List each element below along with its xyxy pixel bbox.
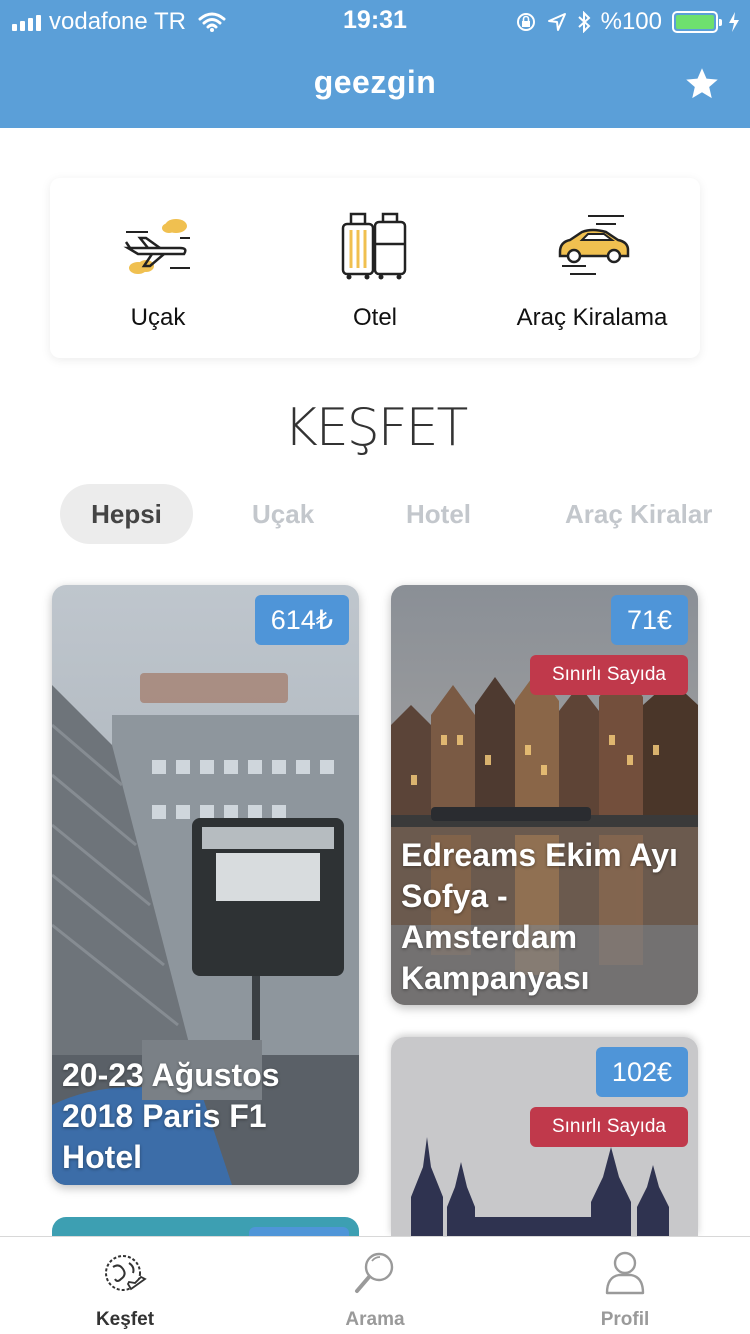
deal-card[interactable]: 71€ Sınırlı Sayıda Edreams Ekim Ayı Sofy… xyxy=(391,585,698,1005)
nav-bar: geezgin xyxy=(0,40,750,128)
price-badge: 102€ xyxy=(595,1047,688,1097)
deal-card[interactable] xyxy=(52,1217,359,1236)
tab-label: Keşfet xyxy=(95,1309,155,1330)
filter-car-rental[interactable]: Araç Kiralar xyxy=(565,484,712,544)
filter-tabs: Hepsi Uçak Hotel Araç Kiralar xyxy=(0,484,750,544)
profile-icon xyxy=(605,1251,645,1295)
battery-percent: %100 xyxy=(600,8,662,35)
price-badge: 614₺ xyxy=(254,595,349,645)
charging-icon xyxy=(729,12,739,32)
location-icon xyxy=(547,13,566,31)
rotation-lock-icon xyxy=(516,13,535,31)
deal-card[interactable]: 614₺ 20-23 Ağustos 2018 Paris F1 Hotel xyxy=(52,585,359,1185)
limited-badge: Sınırlı Sayıda xyxy=(529,1107,688,1147)
tab-search[interactable]: Arama xyxy=(250,1237,500,1334)
battery-icon xyxy=(672,11,722,33)
service-car-rental[interactable]: Araç Kiralama xyxy=(484,178,700,358)
service-label: Araç Kiralama xyxy=(516,304,668,331)
tab-profile[interactable]: Profil xyxy=(500,1237,750,1334)
service-flight[interactable]: Uçak xyxy=(50,178,266,358)
filter-hotel[interactable]: Hotel xyxy=(406,484,471,544)
star-icon[interactable] xyxy=(684,66,720,102)
service-hotel[interactable]: Otel xyxy=(267,178,483,358)
price-badge: 71€ xyxy=(610,595,688,645)
airplane-icon xyxy=(123,219,190,274)
tab-bar: Keşfet Arama Profil xyxy=(0,1236,750,1334)
status-bar: vodafone TR 19:31 %100 xyxy=(0,0,750,40)
app-title: geezgin xyxy=(313,64,437,100)
bluetooth-icon xyxy=(577,11,591,33)
service-card: Uçak Otel Araç Kiralama xyxy=(50,178,700,358)
limited-badge: Sınırlı Sayıda xyxy=(529,655,688,695)
globe-icon xyxy=(105,1255,147,1291)
deal-title: 20-23 Ağustos 2018 Paris F1 Hotel xyxy=(62,1057,280,1175)
tab-label: Profil xyxy=(600,1309,650,1330)
service-label: Otel xyxy=(352,304,397,331)
car-icon xyxy=(558,215,630,275)
search-icon xyxy=(355,1252,394,1293)
section-title: KEŞFET xyxy=(283,398,469,458)
tab-explore[interactable]: Keşfet xyxy=(0,1237,250,1334)
deal-title: Edreams Ekim Ayı Sofya - Amsterdam Kampa… xyxy=(401,837,678,996)
filter-all[interactable]: Hepsi xyxy=(60,484,193,544)
price-badge-edge xyxy=(249,1227,349,1236)
deal-card[interactable]: 102€ Sınırlı Sayıda xyxy=(391,1037,698,1236)
luggage-icon xyxy=(341,212,407,280)
filter-flight[interactable]: Uçak xyxy=(252,484,314,544)
tab-label: Arama xyxy=(345,1309,405,1330)
service-label: Uçak xyxy=(130,304,186,331)
